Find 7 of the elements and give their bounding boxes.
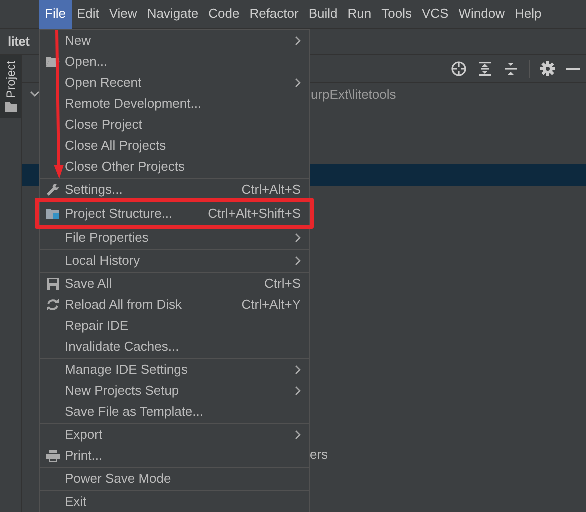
project-path: urpExt\litetools: [311, 86, 396, 104]
project-title: litet: [8, 32, 30, 51]
tree-item-text: ers: [310, 446, 328, 464]
shortcut-label: Ctrl+Alt+Shift+S: [208, 204, 301, 223]
shortcut-label: Ctrl+Alt+S: [242, 180, 301, 199]
shortcut-label: Ctrl+S: [264, 274, 301, 293]
shortcut-label: Ctrl+Alt+Y: [242, 296, 301, 314]
